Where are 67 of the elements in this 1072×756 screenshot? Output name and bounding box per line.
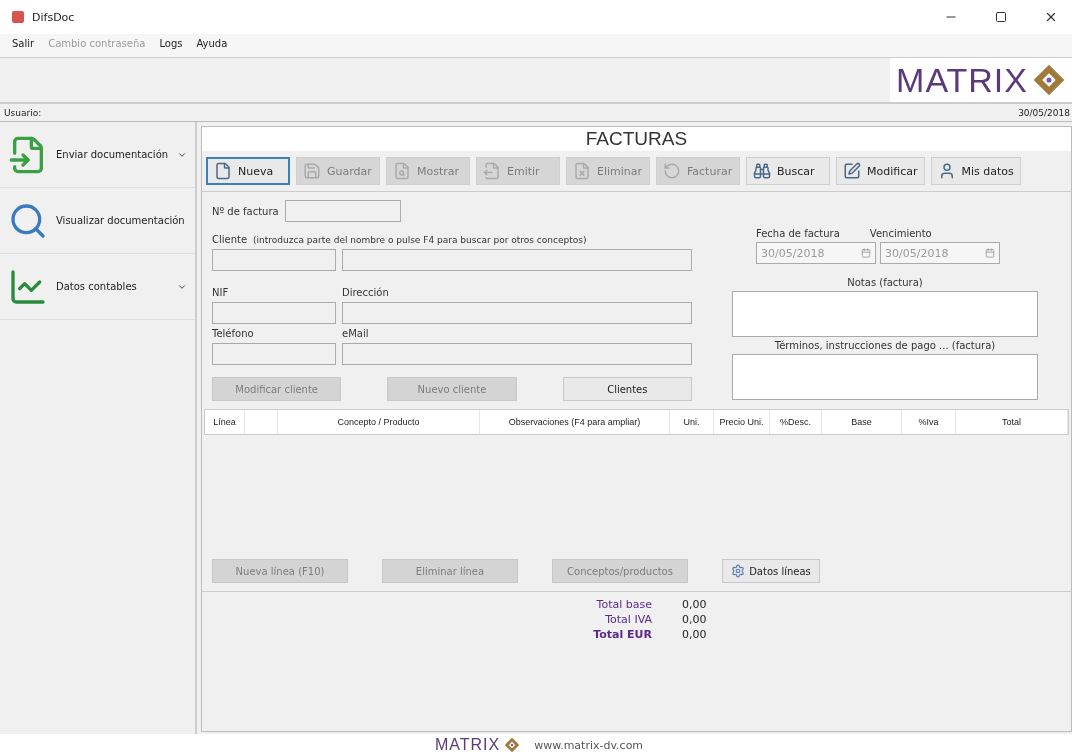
toolbar-button[interactable]: Mis datos [930,157,1021,185]
input-field[interactable] [212,302,336,324]
field-label: Términos, instrucciones de pago ... (factura) [773,340,997,351]
sidebar-item[interactable]: Datos contables [0,254,195,320]
field-label: Nº de factura [212,205,279,217]
field-label: eMail [342,328,369,339]
total-label: Total base [595,598,652,611]
column-header: Total [956,410,1068,434]
menu-item[interactable]: Salir [12,38,35,53]
logo: MATRIX [890,58,1072,102]
column-header: Concepto / Producto [278,410,480,434]
input-field[interactable] [342,343,692,365]
total-value: 0,00 [681,598,708,611]
input-field[interactable] [212,343,336,365]
input-field[interactable] [342,249,692,271]
toolbar-button[interactable]: Buscar [746,157,830,185]
terms-field[interactable] [732,354,1038,400]
field-label: Fecha de factura [756,228,840,239]
client-button[interactable]: Clientes [562,377,692,401]
calendar-icon [861,248,871,258]
notes-field[interactable] [732,291,1038,337]
save-icon [303,162,321,180]
column-header: Uni. [670,410,714,434]
total-label: Total IVA [604,613,652,626]
toolbar-button[interactable]: Modificar [836,157,925,185]
window-title: DifsDoc [32,10,76,24]
website-link[interactable]: www.matrix-dv.com [534,738,644,752]
total-value: 0,00 [681,628,708,641]
input-field[interactable] [284,200,401,222]
file-icon [214,162,232,180]
column-header: Línea [205,410,245,434]
column-header: %Iva [902,410,956,434]
line-button[interactable]: Datos líneas [722,559,820,583]
sidebar-item[interactable]: Visualizar documentación [0,188,195,254]
close-icon[interactable] [1044,10,1058,24]
field-label: Teléfono [212,328,255,339]
input-field[interactable] [212,249,336,271]
panel-title: FACTURAS [202,127,1071,151]
column-header: Base [822,410,902,434]
total-label: Total EUR [592,628,652,641]
column-header: Observaciones (F4 para ampliar) [480,410,670,434]
calendar-icon [985,248,995,258]
field-label: Cliente [212,234,248,245]
hint-text: (introduzca parte del nombre o pulse F4 para buscar por otros conceptos) [253,234,587,245]
app-icon [12,11,24,23]
maximize-icon[interactable] [995,11,1007,23]
date-text: 30/05/2018 [1018,107,1070,118]
field-label: NIF [212,287,230,298]
field-label: Notas (factura) [846,277,924,288]
file-export-icon [483,162,501,180]
sidebar-item[interactable]: Enviar documentación [0,122,195,188]
edit-icon [843,162,861,180]
column-header: %Desc. [770,410,822,434]
toolbar-button[interactable]: Nueva [206,157,290,185]
menu-item[interactable]: Logs [159,38,183,53]
menu-item[interactable]: Ayuda [196,38,228,53]
file-delete-icon [573,162,591,180]
gear-icon [731,564,746,578]
undo-icon [663,162,681,180]
field-label: Dirección [342,287,389,298]
binoculars-icon [753,162,771,180]
input-field[interactable] [342,302,692,324]
field-label: Vencimiento [869,228,932,239]
total-value: 0,00 [681,613,708,626]
column-header: Precio Uni. [714,410,770,434]
file-search-icon [393,162,411,180]
user-label: Usuario: [4,107,42,118]
